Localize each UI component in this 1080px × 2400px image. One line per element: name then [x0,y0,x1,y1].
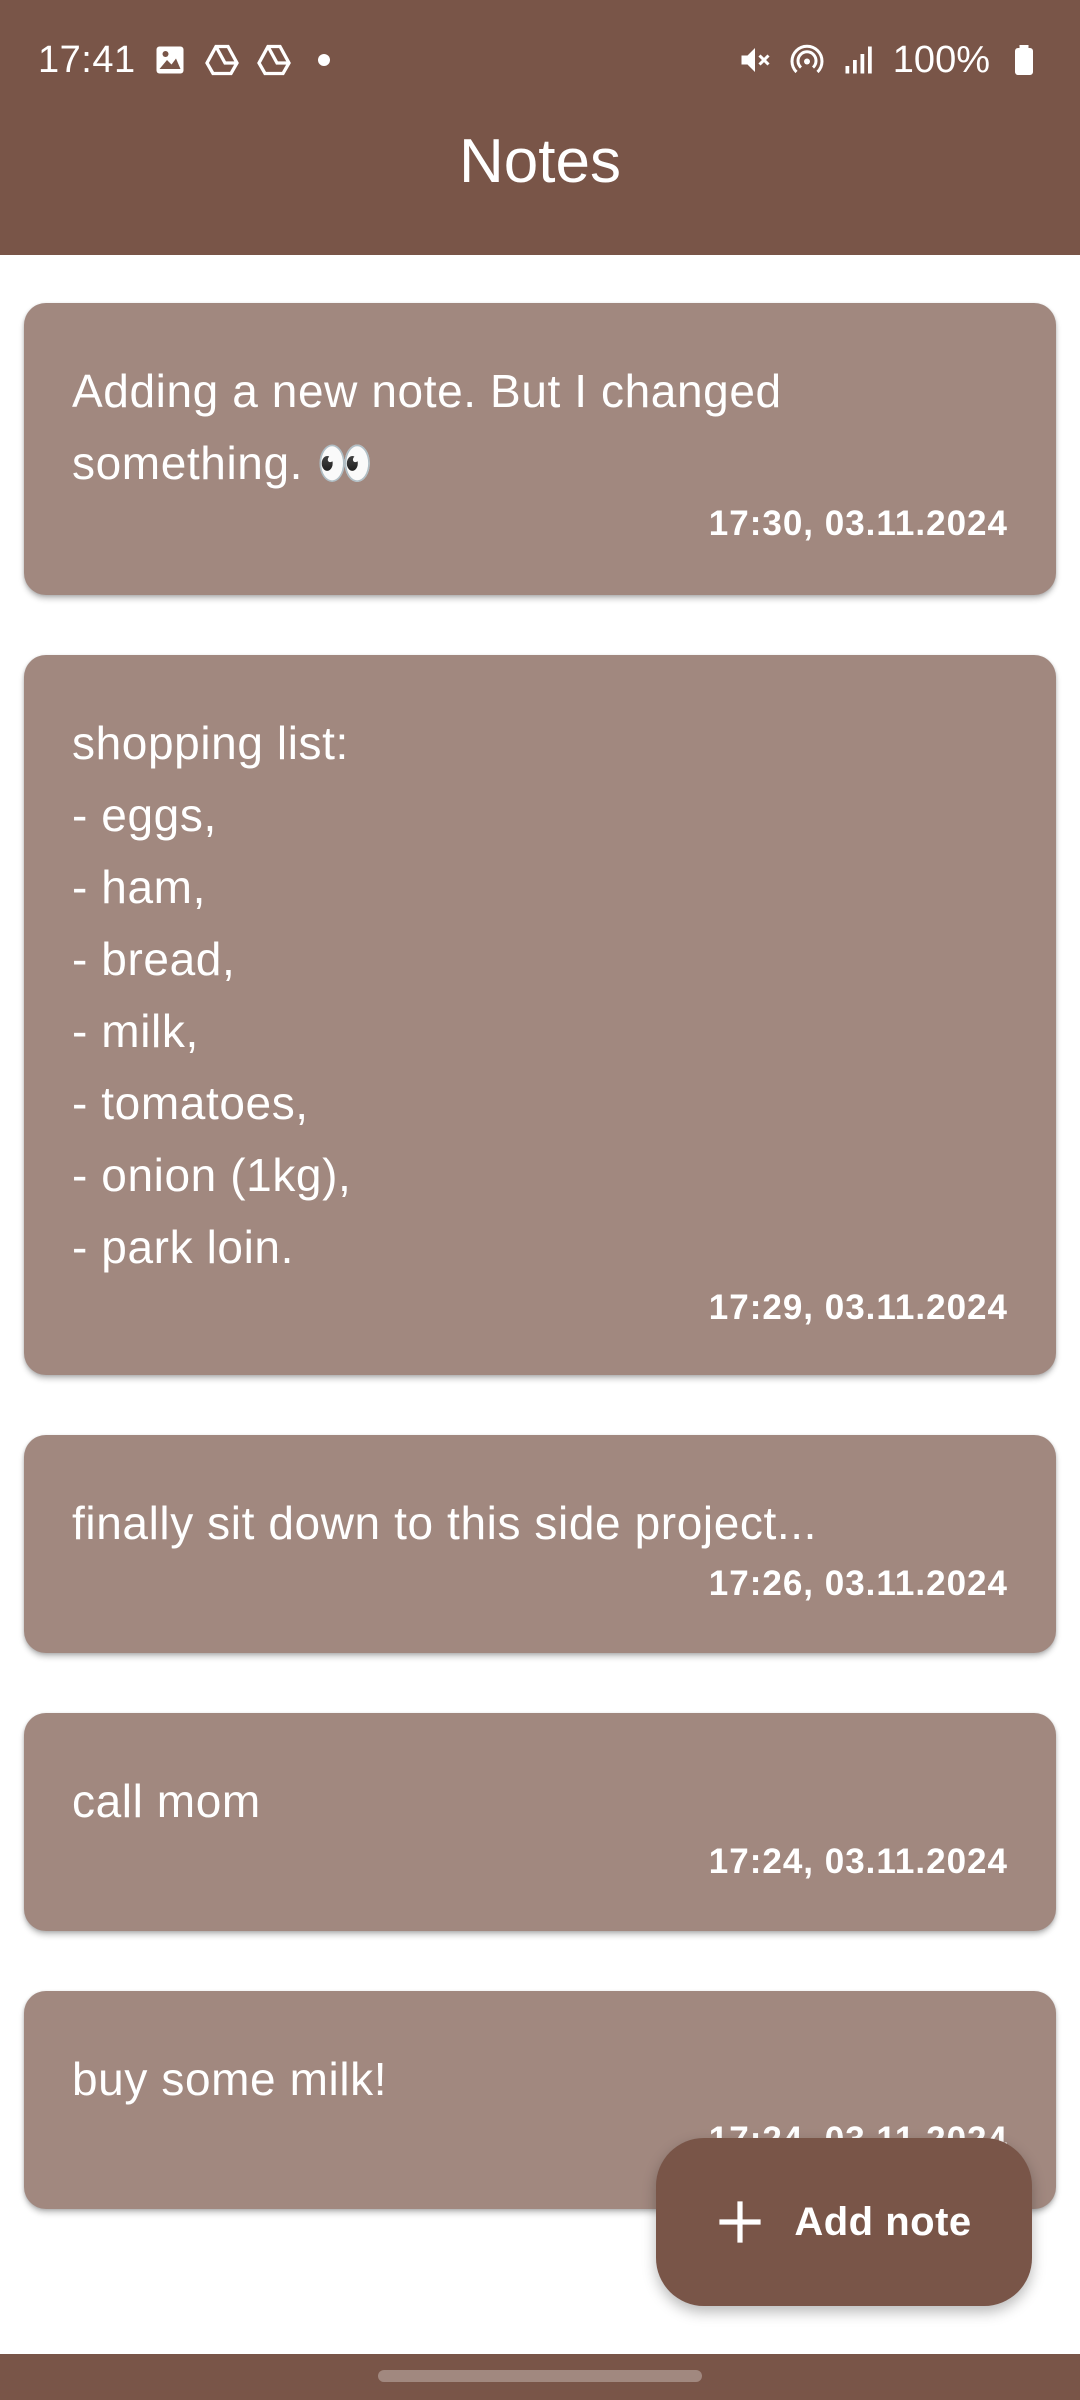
plus-icon [716,2198,764,2246]
note-timestamp: 17:24, 03.11.2024 [708,1842,1008,1881]
dot-icon [317,54,330,66]
status-bar: 17:41 100% [0,28,1080,92]
add-note-label: Add note [794,2199,972,2244]
note-card[interactable]: finally sit down to this side project...… [24,1435,1056,1653]
note-timestamp: 17:30, 03.11.2024 [708,504,1008,543]
note-text: buy some milk! [72,2053,388,2105]
page-title: Notes [459,127,621,196]
home-gesture-handle[interactable] [378,2370,702,2382]
hotspot-icon [789,42,825,78]
battery-percent: 100% [892,38,990,81]
signal-icon [841,42,877,78]
note-timestamp: 17:26, 03.11.2024 [708,1564,1008,1603]
status-right: 100% [737,39,1042,82]
drive-icon [204,42,240,78]
note-text: Adding a new note. But I changed somethi… [72,365,782,489]
navigation-bar [0,2354,1080,2400]
gallery-icon [152,42,188,78]
notes-app: 17:41 100% Notes Adding a new note. But … [0,0,1080,2400]
top-app-bar: 17:41 100% Notes [0,0,1080,255]
notes-list[interactable]: Adding a new note. But I changed somethi… [24,303,1056,2269]
mute-icon [737,42,773,78]
note-text: finally sit down to this side project... [72,1497,817,1549]
note-card[interactable]: Adding a new note. But I changed somethi… [24,303,1056,595]
note-card[interactable]: call mom 17:24, 03.11.2024 [24,1713,1056,1931]
note-card[interactable]: shopping list: - eggs, - ham, - bread, -… [24,655,1056,1375]
drive-icon [256,42,292,78]
note-timestamp: 17:29, 03.11.2024 [708,1288,1008,1327]
status-left: 17:41 [38,39,330,82]
battery-icon [1006,42,1042,78]
note-text: call mom [72,1775,261,1827]
note-text: shopping list: - eggs, - ham, - bread, -… [72,717,352,1273]
status-time: 17:41 [38,38,136,81]
add-note-button[interactable]: Add note [656,2138,1032,2306]
